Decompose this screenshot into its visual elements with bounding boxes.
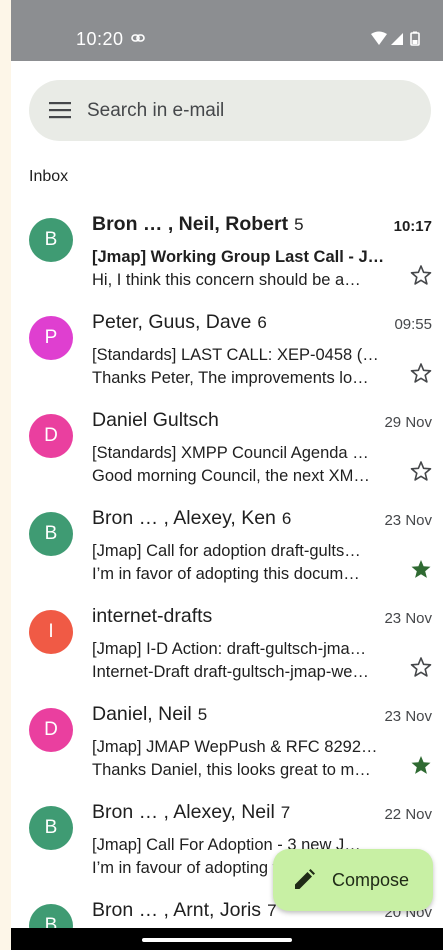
email-date: 23 Nov [384,610,432,627]
email-subject: [Jmap] JMAP WepPush & RFC 8292… [92,738,378,756]
status-bar: 10:20 [11,0,443,61]
thread-count: 6 [281,509,292,528]
link-icon [131,34,145,42]
email-header: internet-drafts [92,605,382,628]
email-date: 10:17 [393,218,432,235]
star-filled-icon[interactable] [410,754,432,776]
star-filled-icon[interactable] [410,558,432,580]
thread-count: 5 [197,705,208,724]
system-status-icons [371,31,420,46]
email-date: 09:55 [394,316,432,333]
star-outline-icon[interactable] [410,264,432,286]
avatar: D [29,708,73,752]
navigation-bar [11,928,443,950]
email-row[interactable]: Iinternet-drafts 23 Nov [Jmap] I-D Action:… [11,592,443,690]
email-senders: Bron … , Neil, Robert [92,213,289,235]
email-row[interactable]: D Daniel, Neil 5 23 Nov [Jmap] JMAP WepPush … [11,690,443,788]
signal-icon [391,33,403,45]
email-senders: Bron … , Alexey, Ken [92,507,276,529]
search-input[interactable]: Search in e-mail [87,100,224,122]
thread-count: 6 [257,313,267,332]
email-date: 22 Nov [384,806,432,823]
email-row[interactable]: B Bron … , Neil, Robert 5 10:17 [Jmap] Worki… [11,200,443,298]
wifi-icon [371,31,387,45]
email-senders: Daniel Gultsch [92,409,219,431]
email-subject: [Jmap] Working Group Last Call - J… [92,248,385,266]
avatar: I [29,610,73,654]
email-row[interactable]: B Bron … , Alexey, Ken 6 23 Nov [Jmap] Call … [11,494,443,592]
email-snippet: Thanks Peter, The improvements lo… [92,369,369,387]
email-subject: [Jmap] Call for adoption draft-gults… [92,542,361,560]
email-header: Daniel Gultsch [92,409,382,432]
email-list: B Bron … , Neil, Robert 5 10:17 [Jmap] Worki… [11,200,443,950]
email-snippet: Hi, I think this concern should be a… [92,271,361,289]
email-senders: internet-drafts [92,605,213,627]
pencil-icon [295,869,315,889]
email-header: Bron … , Alexey, Ken 6 [92,507,382,530]
avatar: B [29,218,73,262]
compose-label: Compose [332,870,410,890]
email-row[interactable]: P Peter, Guus, Dave 6 09:55 [Standards] LAST… [11,298,443,396]
email-row[interactable]: D Daniel Gultsch 29 Nov [Standards] XMPP Co… [11,396,443,494]
email-subject: [Standards] LAST CALL: XEP-0458 (… [92,346,379,364]
email-date: 29 Nov [384,414,432,431]
email-header: Bron … , Alexey, Neil 7 [92,801,382,824]
email-senders: Bron … , Arnt, Joris [92,899,262,921]
menu-icon[interactable] [49,101,71,119]
email-senders: Daniel, Neil [92,703,192,725]
battery-icon [410,31,420,46]
thread-count: 5 [294,215,304,234]
avatar: D [29,414,73,458]
avatar: B [29,512,73,556]
email-subject: [Jmap] I-D Action: draft-gultsch-jma… [92,640,367,658]
compose-button[interactable]: Compose [273,849,433,911]
email-date: 23 Nov [384,708,432,725]
folder-label: Inbox [29,168,69,185]
email-header: Peter, Guus, Dave 6 [92,311,382,334]
avatar: B [29,806,73,850]
email-header: Bron … , Neil, Robert 5 [92,213,382,236]
email-subject: [Standards] XMPP Council Agenda … [92,444,369,462]
email-date: 23 Nov [384,512,432,529]
email-header: Daniel, Neil 5 [92,703,382,726]
avatar: P [29,316,73,360]
email-snippet: Internet-Draft draft-gultsch-jmap-we… [92,663,369,681]
email-senders: Bron … , Alexey, Neil [92,801,275,823]
email-senders: Peter, Guus, Dave [92,311,252,333]
thread-count: 7 [280,803,291,822]
app-screen: 10:20 Search in e-mail Inbox B Bron … , … [11,0,443,950]
star-outline-icon[interactable] [410,362,432,384]
status-time: 10:20 [76,29,124,49]
star-outline-icon[interactable] [410,656,432,678]
search-bar[interactable]: Search in e-mail [29,80,431,141]
home-gesture-handle[interactable] [142,938,292,942]
email-snippet: Good morning Council, the next XM… [92,467,370,485]
star-outline-icon[interactable] [410,460,432,482]
email-snippet: I’m in favor of adopting this docum… [92,565,360,583]
email-snippet: Thanks Daniel, this looks great to m… [92,761,371,779]
